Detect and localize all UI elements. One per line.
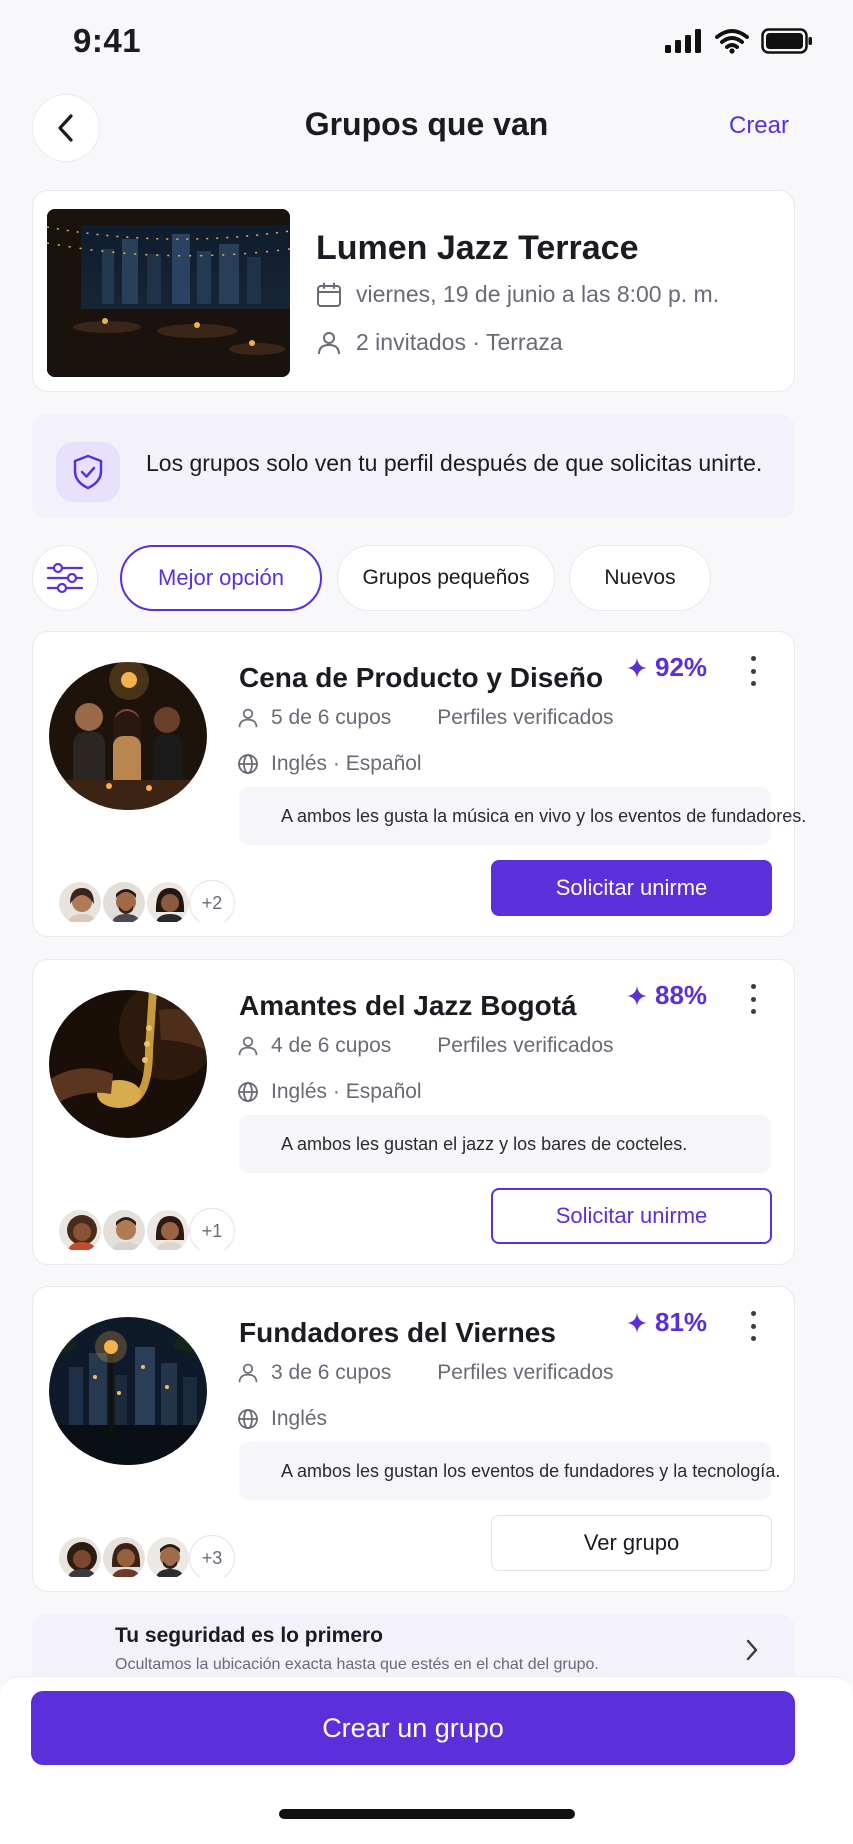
sparkle-icon	[627, 657, 647, 678]
person-icon	[238, 1036, 258, 1056]
avatar	[145, 880, 191, 922]
create-group-button[interactable]: Crear un grupo	[31, 1691, 795, 1765]
avatar	[145, 1208, 191, 1250]
languages-row: Inglés · Español	[237, 1080, 422, 1104]
event-date-row: viernes, 19 de junio a las 8:00 p. m.	[316, 281, 719, 308]
status-icons	[665, 28, 813, 54]
group-card[interactable]: Cena de Producto y Diseño 92% 5 de 6 cup…	[32, 631, 806, 937]
calendar-icon	[317, 282, 341, 307]
group-title: Fundadores del Viernes	[239, 1317, 556, 1348]
page-title: Grupos que van	[304, 106, 549, 142]
shield-check-icon	[56, 442, 120, 502]
spots-row: 4 de 6 cupos Perfiles verificados	[237, 1034, 614, 1058]
safety-subtitle: Ocultamos la ubicación exacta hasta que …	[115, 1656, 599, 1673]
group-card[interactable]: Amantes del Jazz Bogotá 88% 4 de 6 cupos…	[32, 959, 795, 1265]
person-icon	[238, 708, 258, 728]
spots-text: 5 de 6 cupos	[271, 706, 392, 729]
chip-new[interactable]: Nuevos	[569, 545, 711, 611]
group-card[interactable]: Fundadores del Viernes 81% 3 de 6 cupos …	[32, 1286, 795, 1592]
wifi-icon	[715, 29, 749, 54]
avatar	[101, 1208, 147, 1250]
event-guests-row: 2 invitados · Terraza	[316, 329, 563, 356]
member-avatars: +1	[57, 1208, 235, 1250]
event-title: Lumen Jazz Terrace	[316, 229, 639, 267]
cellular-signal-icon	[665, 29, 701, 53]
home-indicator[interactable]	[279, 1809, 575, 1819]
globe-icon	[238, 1409, 258, 1429]
spots-row: 5 de 6 cupos Perfiles verificados	[237, 706, 614, 730]
person-icon	[318, 331, 340, 354]
request-join-button[interactable]: Solicitar unirme	[491, 860, 772, 916]
verified-text: Perfiles verificados	[437, 1361, 614, 1384]
chip-small-groups[interactable]: Grupos pequeños	[337, 545, 555, 611]
request-join-button[interactable]: Solicitar unirme	[491, 1188, 772, 1244]
spots-text: 3 de 6 cupos	[271, 1361, 392, 1384]
avatar	[145, 1535, 191, 1577]
match-value: 88%	[655, 980, 708, 1010]
group-photo	[49, 662, 207, 810]
sparkle-icon	[627, 985, 647, 1006]
create-link[interactable]: Crear	[729, 112, 789, 140]
chip-best-option[interactable]: Mejor opción	[120, 545, 322, 611]
more-members-count: +1	[189, 1208, 235, 1250]
avatar	[57, 1535, 103, 1577]
safety-title: Tu seguridad es lo primero	[115, 1624, 383, 1647]
match-score: 88%	[627, 980, 707, 1011]
event-guests: 2 invitados · Terraza	[356, 329, 563, 355]
globe-icon	[238, 754, 258, 774]
member-avatars: +3	[57, 1535, 235, 1577]
group-photo	[49, 1317, 207, 1465]
bottom-action-bar: Crear un grupo	[0, 1676, 853, 1844]
battery-icon	[761, 28, 812, 54]
shared-interest-note: A ambos les gusta la música en vivo y lo…	[239, 787, 806, 845]
spots-text: 4 de 6 cupos	[271, 1034, 392, 1057]
avatar	[57, 1208, 103, 1250]
spots-row: 3 de 6 cupos Perfiles verificados	[237, 1361, 614, 1385]
globe-icon	[238, 1082, 258, 1102]
languages-text: Inglés · Español	[271, 1080, 422, 1103]
match-value: 92%	[655, 652, 708, 682]
filter-button[interactable]	[32, 545, 98, 611]
view-group-button[interactable]: Ver grupo	[491, 1515, 772, 1571]
shared-interest-note: A ambos les gustan los eventos de fundad…	[239, 1442, 780, 1500]
chevron-right-icon	[746, 1639, 758, 1661]
notice-text: Los grupos solo ven tu perfil después de…	[146, 450, 763, 476]
event-date: viernes, 19 de junio a las 8:00 p. m.	[356, 281, 720, 307]
sliders-icon	[46, 562, 84, 594]
more-members-count: +3	[189, 1535, 235, 1577]
sparkle-icon	[627, 1312, 647, 1333]
more-vertical-icon[interactable]	[745, 1311, 761, 1341]
event-card[interactable]: Lumen Jazz Terrace viernes, 19 de junio …	[32, 190, 795, 392]
privacy-notice: Los grupos solo ven tu perfil después de…	[32, 414, 795, 518]
more-vertical-icon[interactable]	[745, 656, 761, 686]
match-score: 92%	[627, 652, 707, 683]
more-members-count: +2	[189, 880, 235, 922]
more-vertical-icon[interactable]	[745, 984, 761, 1014]
person-icon	[238, 1363, 258, 1383]
match-value: 81%	[655, 1307, 708, 1337]
member-avatars: +2	[57, 880, 235, 922]
languages-text: Inglés	[271, 1407, 328, 1430]
group-title: Cena de Producto y Diseño	[239, 662, 604, 693]
group-photo	[49, 990, 207, 1138]
status-time: 9:41	[73, 22, 142, 59]
avatar	[101, 1535, 147, 1577]
avatar	[57, 880, 103, 922]
verified-text: Perfiles verificados	[437, 1034, 614, 1057]
group-title: Amantes del Jazz Bogotá	[239, 990, 577, 1021]
languages-text: Inglés · Español	[271, 752, 422, 775]
match-score: 81%	[627, 1307, 707, 1338]
avatar	[101, 880, 147, 922]
event-photo	[47, 209, 290, 377]
languages-row: Inglés · Español	[237, 752, 422, 776]
verified-text: Perfiles verificados	[437, 706, 614, 729]
shared-interest-note: A ambos les gustan el jazz y los bares d…	[239, 1115, 771, 1173]
languages-row: Inglés	[237, 1407, 327, 1431]
